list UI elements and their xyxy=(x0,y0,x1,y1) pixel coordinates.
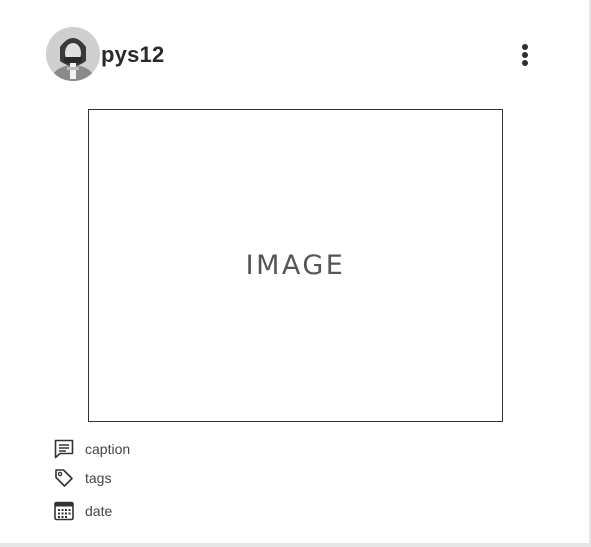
post-header: pys12 xyxy=(46,27,541,83)
calendar-icon xyxy=(52,499,76,523)
date-label: date xyxy=(85,503,113,519)
more-vertical-icon[interactable] xyxy=(516,41,534,69)
image-placeholder-label: IMAGE xyxy=(245,250,346,281)
caption-label: caption xyxy=(85,441,131,457)
tags-label: tags xyxy=(85,470,112,486)
tags-row[interactable]: tags xyxy=(52,466,111,490)
caption-row[interactable]: caption xyxy=(52,437,130,461)
username[interactable]: pys12 xyxy=(101,42,164,68)
avatar-image xyxy=(46,27,100,81)
avatar[interactable] xyxy=(46,27,100,81)
tag-icon xyxy=(52,466,76,490)
post-image-placeholder: IMAGE xyxy=(88,109,503,422)
date-row[interactable]: date xyxy=(52,499,112,523)
post-card: pys12 IMAGE caption tags date xyxy=(0,0,591,547)
comment-icon xyxy=(52,437,76,461)
